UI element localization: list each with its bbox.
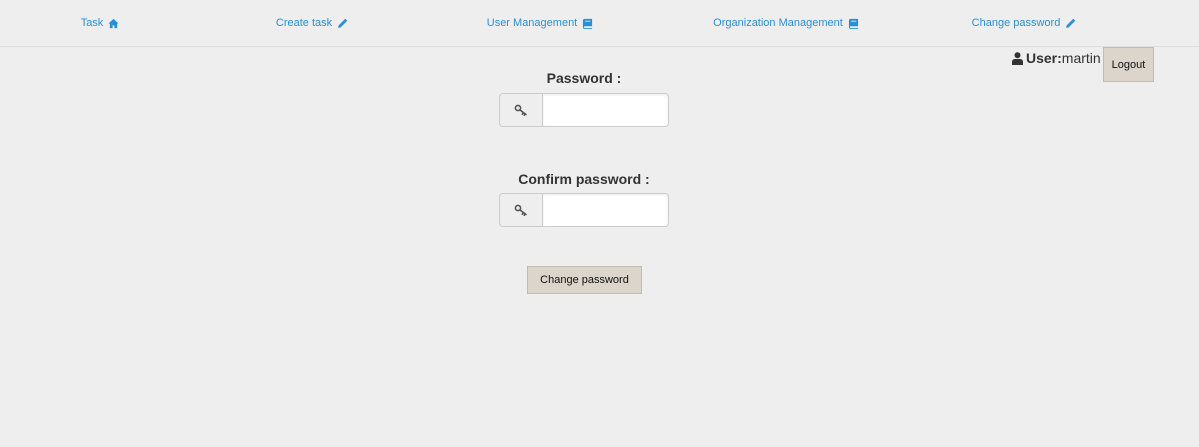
home-icon [108, 18, 119, 29]
nav-item-organization-management[interactable]: Organization Management [686, 0, 886, 46]
password-label: Password : [546, 70, 622, 86]
pencil-icon [1065, 18, 1076, 29]
user-label: User: [1026, 50, 1062, 66]
pencil-icon [337, 18, 348, 29]
nav-item-label: Organization Management [713, 17, 843, 29]
password-input[interactable] [542, 93, 669, 127]
nav-item-label: Create task [275, 17, 333, 29]
user-panel: User: martin [1012, 47, 1101, 69]
confirm-password-input[interactable] [542, 193, 669, 227]
change-password-page: Task Create task User Management Organiz… [0, 0, 1199, 447]
confirm-password-label: Confirm password : [518, 171, 650, 187]
nav-item-user-management[interactable]: User Management [440, 0, 640, 46]
book-icon [582, 18, 593, 29]
nav-item-label: Change password [971, 17, 1061, 29]
top-navbar: Task Create task User Management Organiz… [0, 0, 1199, 47]
password-input-group [499, 93, 669, 127]
nav-item-label: User Management [486, 17, 578, 29]
confirm-password-input-group [499, 193, 669, 227]
key-icon [499, 93, 542, 127]
user-name: martin [1061, 50, 1101, 66]
nav-item-create-task[interactable]: Create task [212, 0, 412, 46]
user-icon [1012, 51, 1023, 65]
nav-item-task[interactable]: Task [0, 0, 200, 46]
key-icon [499, 193, 542, 227]
nav-item-change-password[interactable]: Change password [924, 0, 1124, 46]
nav-item-label: Task [80, 17, 104, 29]
book-icon [848, 18, 859, 29]
change-password-button[interactable]: Change password [527, 266, 642, 294]
